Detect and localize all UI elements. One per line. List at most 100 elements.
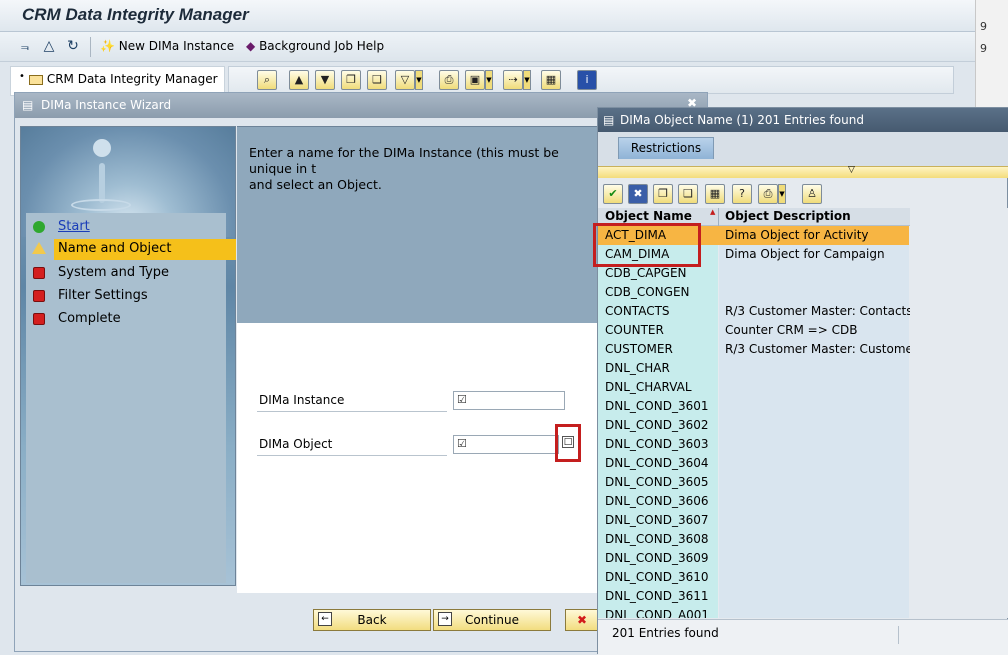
layout-icon[interactable]: ▦ [541,70,561,90]
find-icon[interactable]: ❐ [341,70,361,90]
export-dropdown-icon[interactable]: ▼ [523,70,531,90]
restrictions-toggle-strip[interactable]: ▽ [598,165,1008,178]
find-next-icon[interactable]: ❑ [367,70,387,90]
table-row[interactable]: DNL_COND_3601 [598,397,909,416]
object-name-cell: CDB_CAPGEN [605,266,687,280]
table-row[interactable]: DNL_COND_3603 [598,435,909,454]
views-icon[interactable]: ▣ [465,70,485,90]
value-help-icon[interactable]: □ [562,436,574,448]
up-icon[interactable]: △ [40,37,58,55]
object-description-cell: R/3 Customer Master: Contacts [725,304,910,318]
back-icon[interactable]: ⫬ [16,37,34,55]
table-row[interactable]: DNL_COND_3610 [598,568,909,587]
popup-tab-bar: Restrictions [598,132,1008,166]
folder-icon [29,74,43,85]
cancel-icon[interactable]: ✖ [628,184,648,204]
status-red-icon [33,290,45,302]
table-row[interactable]: DNL_COND_3607 [598,511,909,530]
row-highlight-box [593,223,701,267]
table-row[interactable]: DNL_COND_A001 [598,606,909,618]
object-description-cell: Dima Object for Activity [725,228,869,242]
wizard-step-name-and-object[interactable]: Name and Object [54,239,236,260]
background-job-help-button[interactable]: ◆ Background Job Help [246,39,384,53]
cancel-icon: ✖ [576,613,588,627]
print-dropdown-icon[interactable]: ▼ [778,184,786,204]
status-divider [898,626,899,644]
status-bar: 201 Entries found [598,619,1008,655]
tree-bullet: • [19,71,25,82]
object-name-cell: DNL_COND_A001 [605,608,710,618]
object-name-cell: DNL_COND_3609 [605,551,709,565]
object-name-cell: DNL_COND_3601 [605,399,709,413]
sort-ascending-icon[interactable]: ▲ [289,70,309,90]
table-row[interactable]: DNL_COND_3606 [598,492,909,511]
book-icon: ◆ [246,39,256,53]
find-icon[interactable]: ❐ [653,184,673,204]
object-name-cell: DNL_CHAR [605,361,670,375]
table-row[interactable]: COUNTER Counter CRM => CDB [598,321,909,340]
tree-item-root[interactable]: CRM Data Integrity Manager [29,72,218,86]
table-row[interactable]: CONTACTS R/3 Customer Master: Contacts [598,302,910,321]
print-icon[interactable]: ⎙ [758,184,778,204]
personal-list-icon[interactable]: ♙ [802,184,822,204]
tab-restrictions[interactable]: Restrictions [618,137,714,159]
wizard-step-complete[interactable]: Complete [26,309,226,330]
back-button-label: Back [357,613,387,627]
wizard-step-filter-settings[interactable]: Filter Settings [26,286,226,307]
print-icon[interactable]: ⎙ [439,70,459,90]
table-row[interactable]: CUSTOMER R/3 Customer Master: Customer [598,340,910,359]
wizard-step-system-and-type[interactable]: System and Type [26,263,226,284]
sort-descending-icon[interactable]: ▼ [315,70,335,90]
continue-button[interactable]: → Continue [433,609,551,631]
dima-object-label: DIMa Object [259,437,333,451]
filter-icon[interactable]: ▽ [395,70,415,90]
table-row[interactable]: CDB_CONGEN [598,283,909,302]
main-toolbar: ⫬ △ ↻ ✨ New DIMa Instance ◆ Background J… [0,32,975,62]
back-button[interactable]: ← Back [313,609,431,631]
value-help-highlight: □ [555,424,581,462]
grid-toolbar: ⌕ ▲ ▼ ❐ ❑ ▽ ▼ ⎙ ▣ ▼ ⇢ ▼ ▦ i [228,66,954,94]
step-label: Complete [58,311,121,326]
wizard-step-panel: Start Name and Object System and Type Fi… [20,126,236,586]
info-icon[interactable]: i [577,70,597,90]
object-name-cell: CUSTOMER [605,342,673,356]
window-icon: ▤ [22,98,34,112]
table-row[interactable]: DNL_COND_3605 [598,473,909,492]
check-icon[interactable]: ✔ [603,184,623,204]
object-name-cell: DNL_COND_3611 [605,589,709,603]
object-name-cell: DNL_COND_3606 [605,494,709,508]
column-header-object-name[interactable]: Object Name [605,209,692,223]
wizard-step-start[interactable]: Start [26,217,226,238]
continue-button-label: Continue [465,613,519,627]
dima-instance-input[interactable]: ☑ [453,391,565,410]
refresh-icon[interactable]: ↻ [64,37,82,55]
step-label: System and Type [58,265,170,280]
strip-value: 9 [980,42,987,55]
dima-instance-label: DIMa Instance [259,393,345,407]
export-icon[interactable]: ⇢ [503,70,523,90]
table-row[interactable]: DNL_COND_3604 [598,454,909,473]
column-divider [718,208,719,226]
find-next-icon[interactable]: ❑ [678,184,698,204]
new-instance-button[interactable]: ✨ New DIMa Instance [100,39,234,53]
table-row[interactable]: DNL_COND_3611 [598,587,909,606]
table-row[interactable]: DNL_COND_3608 [598,530,909,549]
views-dropdown-icon[interactable]: ▼ [485,70,493,90]
table-row[interactable]: DNL_CHAR [598,359,909,378]
popup-title: DIMa Object Name (1) 201 Entries found [620,113,864,127]
table-row[interactable]: DNL_CHARVAL [598,378,909,397]
step-label: Name and Object [58,241,172,256]
drop-stream [99,163,105,203]
help-icon[interactable]: ? [732,184,752,204]
multiple-selection-icon[interactable]: ▦ [705,184,725,204]
cancel-button[interactable]: ✖ [565,609,599,631]
detail-icon[interactable]: ⌕ [257,70,277,90]
column-header-object-description[interactable]: Object Description [725,209,851,223]
table-row[interactable]: DNL_COND_3609 [598,549,909,568]
filter-dropdown-icon[interactable]: ▼ [415,70,423,90]
object-description-cell: Dima Object for Campaign [725,247,885,261]
object-name-cell: COUNTER [605,323,664,337]
app-title: CRM Data Integrity Manager [22,5,249,24]
table-row[interactable]: DNL_COND_3602 [598,416,909,435]
dima-object-input[interactable]: ☑ [453,435,559,454]
